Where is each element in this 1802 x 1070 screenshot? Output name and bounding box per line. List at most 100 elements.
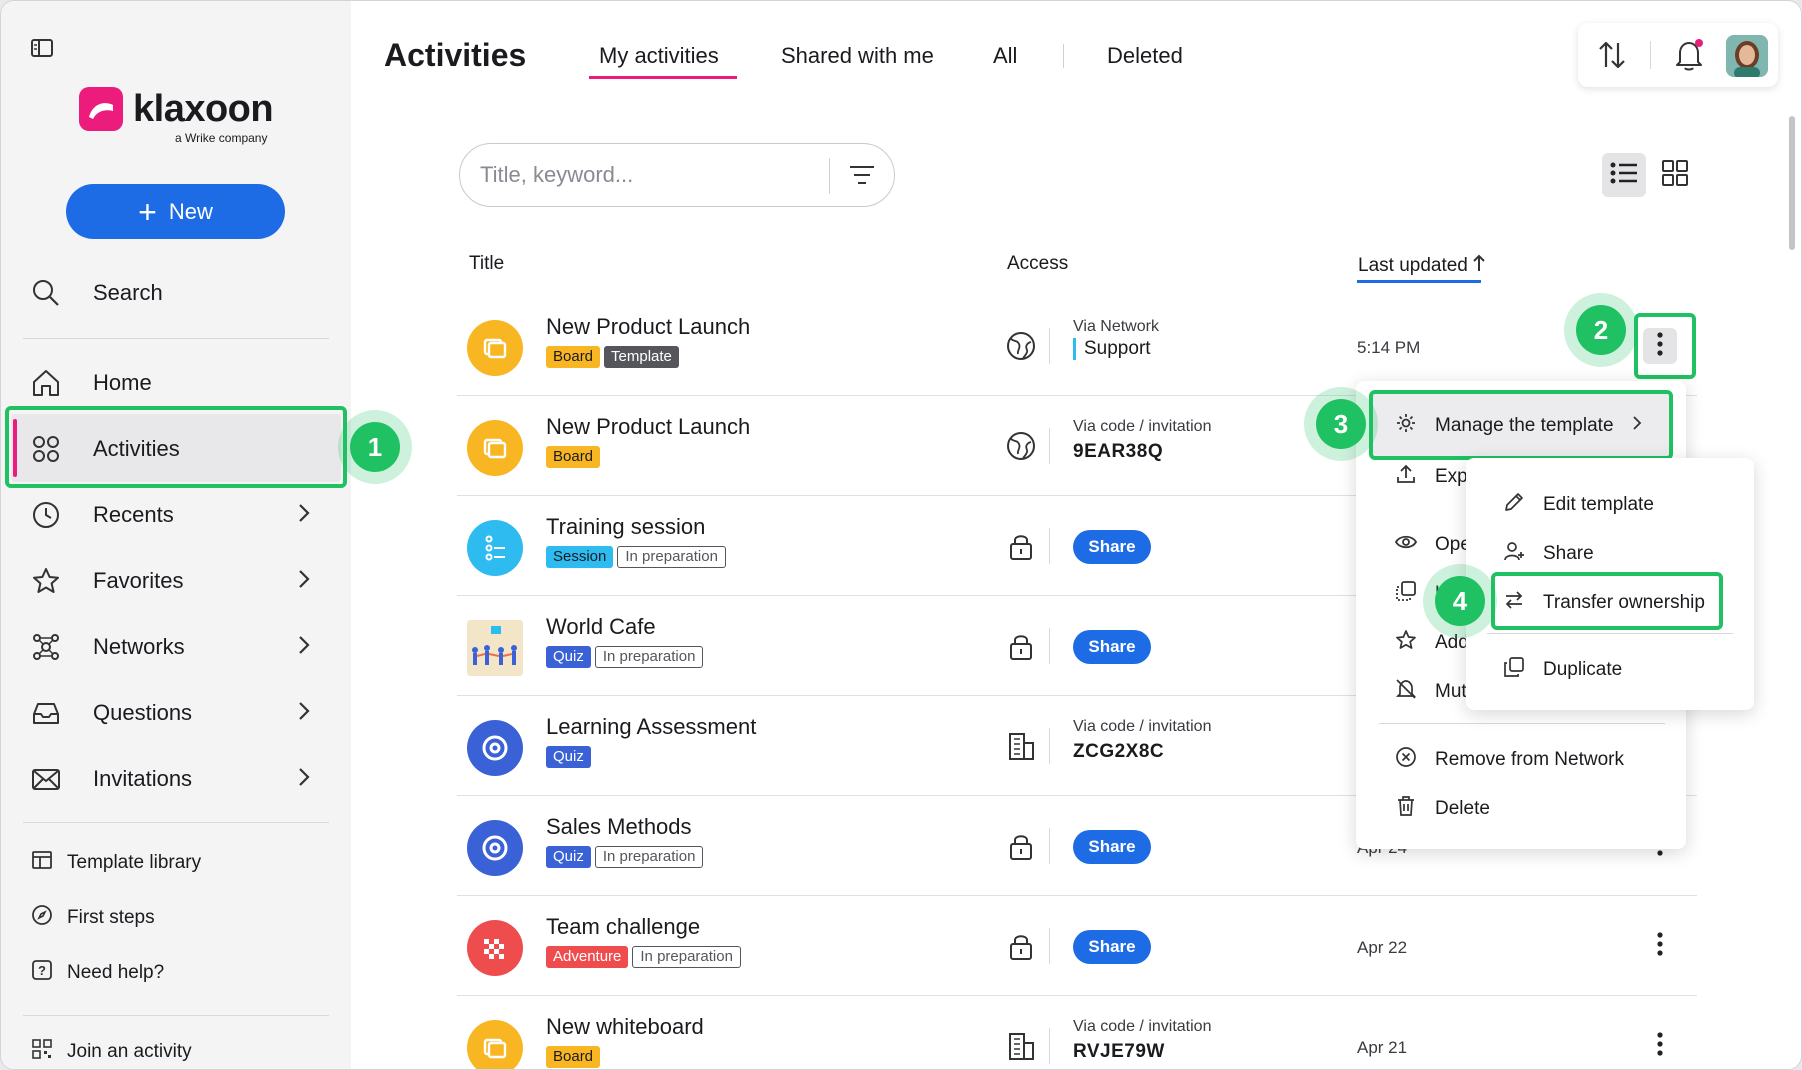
sidebar-item-favorites[interactable]: Favorites: [23, 553, 323, 609]
new-button[interactable]: + New: [66, 184, 285, 239]
activity-title[interactable]: Team challenge: [546, 914, 700, 940]
list-view-icon: [1609, 160, 1639, 191]
sidebar-item-label: Home: [93, 370, 152, 395]
activity-title[interactable]: New Product Launch: [546, 414, 750, 440]
sidebar-item-home[interactable]: Home: [23, 355, 323, 411]
activity-title[interactable]: New Product Launch: [546, 314, 750, 340]
people-thumbnail: [467, 620, 523, 676]
activity-tags: Adventure In preparation: [546, 946, 741, 968]
activity-tags: Session In preparation: [546, 546, 726, 568]
user-avatar[interactable]: [1726, 35, 1768, 77]
sidebar-item-networks[interactable]: Networks: [23, 619, 323, 675]
sidebar-link-template-library[interactable]: Template library: [31, 849, 201, 877]
activity-tags: Quiz In preparation: [546, 846, 704, 868]
sidebar-divider: [23, 822, 329, 823]
share-button[interactable]: Share: [1073, 630, 1151, 664]
tab-all[interactable]: All: [993, 43, 1017, 69]
menu-separator: [1379, 723, 1665, 724]
vertical-scrollbar[interactable]: [1789, 116, 1795, 250]
submenu-item-share[interactable]: Share: [1503, 540, 1594, 568]
type-badge: Quiz: [546, 646, 591, 668]
access-code: RVJE79W: [1073, 1041, 1165, 1062]
share-button[interactable]: Share: [1073, 830, 1151, 864]
chevron-right-icon: [297, 502, 311, 530]
column-header-title[interactable]: Title: [469, 253, 504, 275]
sidebar-link-need-help[interactable]: ? Need help?: [31, 959, 164, 987]
menu-item-label: Edit template: [1543, 494, 1654, 515]
share-button[interactable]: Share: [1073, 930, 1151, 964]
activity-title[interactable]: Training session: [546, 514, 705, 540]
menu-item-add-favorites[interactable]: Add: [1395, 629, 1469, 657]
notification-bell-icon[interactable]: [1672, 37, 1706, 78]
menu-separator: [1487, 633, 1733, 634]
step-2-badge: 2: [1576, 305, 1626, 355]
sort-arrows-icon[interactable]: [1596, 39, 1628, 76]
tab-my-activities[interactable]: My activities: [599, 43, 719, 69]
share-button[interactable]: Share: [1073, 530, 1151, 564]
sidebar-item-recents[interactable]: Recents: [23, 487, 323, 543]
activity-title[interactable]: Learning Assessment: [546, 714, 756, 740]
sidebar-item-questions[interactable]: Questions: [23, 685, 323, 741]
activity-tags: Quiz: [546, 746, 591, 768]
page-title: Activities: [384, 37, 527, 73]
chevron-right-icon: [297, 766, 311, 794]
sidebar-collapse-icon[interactable]: [31, 39, 53, 62]
tab-separator: [1063, 44, 1064, 68]
klaxoon-logo: klaxoon: [79, 87, 274, 131]
activity-title[interactable]: World Cafe: [546, 614, 656, 640]
network-name: Support: [1073, 338, 1151, 360]
menu-item-export[interactable]: Exp: [1395, 463, 1468, 491]
menu-item-delete[interactable]: Delete: [1395, 795, 1490, 823]
compass-icon: [31, 904, 53, 932]
search-bar: [459, 143, 895, 207]
status-badge: In preparation: [632, 946, 741, 968]
sidebar-divider: [23, 338, 329, 339]
type-badge: Quiz: [546, 846, 591, 868]
access-separator: [1049, 628, 1050, 664]
circle-x-icon: [1395, 746, 1417, 774]
submenu-item-edit-template[interactable]: Edit template: [1503, 491, 1654, 519]
step-3-badge: 3: [1316, 399, 1366, 449]
status-badge: In preparation: [617, 546, 726, 568]
template-library-icon: [31, 849, 53, 877]
activity-title[interactable]: Sales Methods: [546, 814, 692, 840]
sidebar-link-join-activity[interactable]: Join an activity: [31, 1038, 192, 1066]
column-header-last-updated[interactable]: Last updated: [1358, 253, 1486, 279]
menu-item-mute[interactable]: Mut: [1395, 678, 1467, 706]
grid-view-button[interactable]: [1653, 153, 1697, 197]
type-badge: Adventure: [546, 946, 629, 968]
column-header-access[interactable]: Access: [1007, 253, 1068, 275]
menu-item-remove-from-network[interactable]: Remove from Network: [1395, 746, 1624, 774]
sidebar-item-search[interactable]: Search: [23, 265, 323, 321]
active-tab-underline: [589, 76, 737, 79]
table-row[interactable]: Team challenge Adventure In preparation …: [457, 896, 1697, 996]
type-badge: Board: [546, 1046, 601, 1068]
sidebar-link-first-steps[interactable]: First steps: [31, 904, 155, 932]
lock-icon: [1005, 630, 1037, 667]
board-icon: [467, 320, 523, 376]
more-options-button[interactable]: [1643, 928, 1677, 964]
home-icon: [29, 366, 63, 400]
sidebar-item-invitations[interactable]: Invitations: [23, 751, 323, 807]
sidebar-item-label: Search: [93, 280, 163, 305]
envelope-icon: [29, 762, 63, 796]
tab-shared-with-me[interactable]: Shared with me: [781, 43, 934, 69]
list-view-button[interactable]: [1602, 153, 1646, 197]
activity-title[interactable]: New whiteboard: [546, 1014, 704, 1040]
submenu-item-duplicate[interactable]: Duplicate: [1503, 656, 1622, 684]
access-type: Via code / invitation: [1073, 1018, 1212, 1035]
more-options-button[interactable]: [1643, 1028, 1677, 1064]
menu-item-open[interactable]: Ope: [1394, 531, 1471, 559]
table-row[interactable]: New whiteboard Board Via code / invitati…: [457, 996, 1697, 1069]
kebab-menu-icon: [1657, 931, 1663, 961]
brand-name: klaxoon: [133, 87, 274, 130]
app-window: klaxoon a Wrike company + New Search Hom…: [0, 0, 1802, 1070]
menu-item-label: Delete: [1435, 798, 1490, 819]
globe-icon: [1005, 430, 1037, 467]
access-type: Via code / invitation: [1073, 718, 1212, 735]
search-input[interactable]: [480, 162, 810, 188]
filter-icon[interactable]: [848, 162, 876, 193]
svg-text:?: ?: [38, 963, 46, 978]
tab-deleted[interactable]: Deleted: [1107, 43, 1183, 69]
plus-icon: +: [138, 193, 157, 230]
